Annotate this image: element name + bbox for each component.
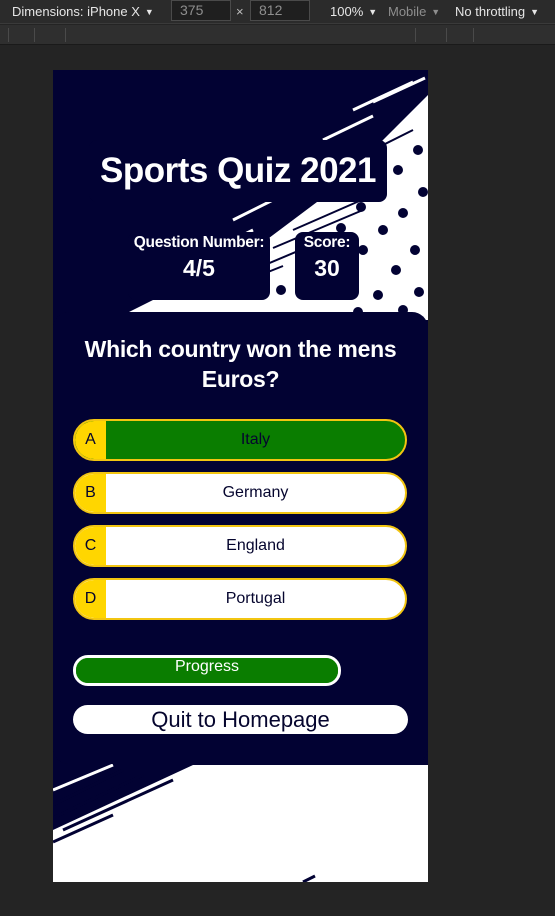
zoom-label: 100% [330,4,364,19]
ruler-tick [8,28,9,42]
answer-text: Germany [222,484,289,501]
question-number-value: 4/5 [183,255,215,281]
devtools-media-query-bar[interactable] [0,25,555,45]
chevron-down-icon: ▼ [431,7,441,17]
answer-letter: D [75,580,106,618]
answer-text: Portugal [225,590,286,607]
viewport-width-input[interactable]: 375 [171,0,231,21]
quiz-title: Sports Quiz 2021 [89,140,387,202]
viewport-height-input[interactable]: 812 [250,0,310,21]
chevron-down-icon: ▼ [144,7,154,17]
device-dimensions-dropdown[interactable]: Dimensions: iPhone X ▼ [12,4,154,19]
ruler-tick [446,28,447,42]
answer-letter: B [75,474,106,512]
ruler-tick [65,28,66,42]
score-value: 30 [314,255,340,281]
ruler-tick [415,28,416,42]
ruler-tick [34,28,35,42]
answer-option-d[interactable]: D Portugal [73,578,407,620]
ruler-tick [473,28,474,42]
progress-bar: Progress [73,655,341,686]
answer-text: Italy [240,431,271,448]
throttling-label: No throttling [455,4,526,19]
answer-letter: A [75,421,106,459]
device-viewport: Sports Quiz 2021 Question Number: 4/5 Sc… [53,70,428,882]
chevron-down-icon: ▼ [368,7,378,17]
network-label: Mobile [388,4,427,19]
question-text: Which country won the mens Euros? [84,336,397,392]
question-number-box: Question Number: 4/5 [128,232,270,300]
answer-text: England [226,537,285,554]
score-label: Score: [303,234,351,251]
score-box: Score: 30 [295,232,359,300]
chevron-down-icon: ▼ [530,7,540,17]
quit-to-homepage-button[interactable]: Quit to Homepage [73,705,408,734]
dimension-times-sign: × [236,4,244,19]
progress-label: Progress [174,658,240,675]
network-dropdown[interactable]: Mobile ▼ [388,4,440,19]
answer-option-c[interactable]: C England [73,525,407,567]
answer-option-a[interactable]: A Italy [73,419,407,461]
device-dimensions-label: Dimensions: iPhone X [12,4,140,19]
answer-letter: C [75,527,106,565]
zoom-dropdown[interactable]: 100% ▼ [330,4,377,19]
throttling-dropdown[interactable]: No throttling ▼ [455,4,539,19]
question-number-label: Question Number: [133,234,265,251]
answer-option-b[interactable]: B Germany [73,472,407,514]
devtools-device-toolbar: Dimensions: iPhone X ▼ 375 × 812 100% ▼ Mo… [0,0,555,24]
